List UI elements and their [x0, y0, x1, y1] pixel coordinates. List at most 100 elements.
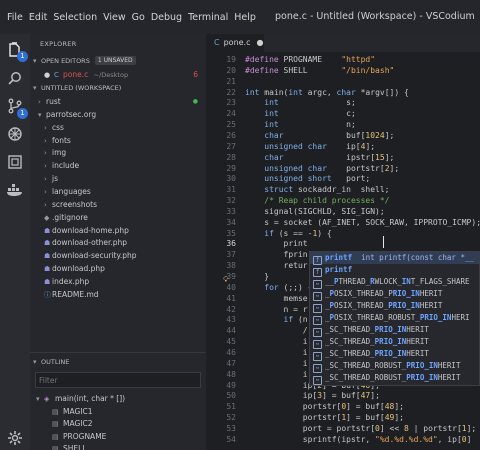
suggest-item-label: __PTHREAD_RWLOCK_INT_FLAGS_SHARE: [325, 277, 470, 286]
suggest-item[interactable]: ▭ __PTHREAD_RWLOCK_INT_FLAGS_SHARE: [310, 276, 479, 289]
menu-item-file[interactable]: File: [4, 12, 26, 23]
open-editor-item[interactable]: ● Cpone.c ~/Desktop 6: [30, 68, 206, 81]
debug-icon[interactable]: [0, 120, 30, 148]
docker-icon[interactable]: [0, 176, 30, 204]
outline-item-label: main(int, char * []): [55, 394, 126, 403]
title-bar: File Edit Selection View Go Debug Terminal Help…: [0, 0, 480, 34]
menu-item-go[interactable]: Go: [129, 12, 148, 23]
menu-bar: File Edit Selection View Go Debug Terminal Help: [0, 0, 259, 34]
tree-item[interactable]: › include: [30, 159, 206, 172]
outline-item-label: MAGIC2: [63, 419, 93, 428]
tree-item[interactable]: › rust ●: [30, 95, 206, 108]
tree-item[interactable]: ☗ download.php: [30, 262, 206, 275]
suggest-item[interactable]: ƒ printf int printf(const char *__: [310, 252, 479, 265]
outline-item[interactable]: ▤ MAGIC1: [30, 405, 206, 418]
tab-label: pone.c: [223, 38, 251, 47]
search-icon[interactable]: [0, 64, 30, 92]
outline-header[interactable]: ▾ OUTLINE: [30, 356, 206, 369]
code-text: sprintf(ipstr, "%d.%d.%d.%d", ip[0]: [245, 434, 472, 444]
tree-item[interactable]: ☗ index.php: [30, 275, 206, 288]
suggest-item[interactable]: ƒ printf: [310, 264, 479, 277]
outline-item[interactable]: ▤ MAGIC2: [30, 417, 206, 430]
suggest-item[interactable]: ▭ _SC_THREAD_PRIO_INHERIT: [310, 336, 479, 349]
suggest-item[interactable]: ▭ _SC_THREAD_ROBUST_PRIO_INHERIT: [310, 360, 479, 373]
suggest-item[interactable]: ▭ _POSIX_THREAD_ROBUST_PRIO_INHERI: [310, 312, 479, 325]
code-line[interactable]: 54 sprintf(ipstr, "%d.%d.%d.%d", ip[0]: [206, 434, 471, 446]
suggest-item[interactable]: ▭ _SC_THREAD_PRIO_INHERIT: [310, 324, 479, 337]
tree-item-label: rust: [46, 97, 61, 106]
suggest-item[interactable]: ▭ _POSIX_THREAD_PRIO_INHERIT: [310, 300, 479, 313]
suggest-item-label: printf: [325, 265, 353, 274]
tree-item-label: screenshots: [52, 199, 98, 209]
open-file-path: ~/Desktop: [93, 71, 129, 79]
suggest-item[interactable]: ▭ _SC_THREAD_PRIO_INHERIT: [310, 348, 479, 361]
tree-item[interactable]: › js: [30, 172, 206, 185]
scm-badge: 1: [17, 108, 28, 119]
suggest-item[interactable]: ▭ _SC_THREAD_ROBUST_PRIO_INHERIT: [310, 372, 479, 385]
explorer-badge: 1: [17, 51, 28, 62]
tree-item[interactable]: ☗ download-other.php: [30, 236, 206, 249]
source-control-icon[interactable]: 1: [0, 92, 30, 120]
unsaved-badge: 1 UNSAVED: [94, 56, 136, 65]
line-number: 54: [226, 434, 236, 444]
chevron-down-icon: ▾: [33, 57, 37, 65]
outline-item[interactable]: ▤ SHELL: [30, 442, 206, 450]
workspace-header[interactable]: ▾ UNTITLED (WORKSPACE): [30, 82, 206, 95]
outline-item-label: PROGNAME: [63, 431, 107, 441]
open-editors-header[interactable]: ▾ OPEN EDITORS 1 UNSAVED: [30, 55, 206, 68]
suggest-item-label: _SC_THREAD_PRIO_INHERIT: [325, 337, 429, 346]
chevron-down-icon: ▾: [33, 84, 37, 92]
open-editors-label: OPEN EDITORS: [41, 57, 90, 65]
editor-area: Cpone.c ● 19 #define PROGNAME "httpd" 20 #de…: [206, 34, 480, 450]
suggest-widget[interactable]: ƒ printf int printf(const char *__ ƒ printf…: [309, 251, 480, 386]
lightbulb-icon[interactable]: 💡︎: [223, 275, 229, 285]
tree-item[interactable]: › img: [30, 146, 206, 159]
problem-count: 6: [193, 70, 198, 79]
tree-item-label: download.php: [52, 264, 105, 274]
outline-item-label: SHELL: [63, 444, 87, 450]
menu-item-help[interactable]: Help: [231, 12, 259, 23]
menu-item-view[interactable]: View: [100, 12, 129, 23]
chevron-down-icon: ▾: [33, 358, 37, 366]
close-dot-icon[interactable]: ●: [44, 69, 54, 82]
tree-item[interactable]: › screenshots: [30, 198, 206, 211]
info-file-icon: ⓘ: [44, 290, 51, 299]
outline-filter-box[interactable]: [35, 372, 201, 388]
explorer-title: EXPLORER: [40, 40, 77, 48]
outline-item[interactable]: ▤ PROGNAME: [30, 430, 206, 443]
window-title: pone.c - Untitled (Workspace) - VSCodium: [275, 11, 475, 22]
tree-item[interactable]: › fonts: [30, 134, 206, 147]
tree-item[interactable]: ⓘREADME.md: [30, 288, 206, 301]
tree-item-label: css: [52, 122, 64, 132]
tree-item[interactable]: › css: [30, 121, 206, 134]
constant-icon: ▤: [52, 445, 59, 450]
extensions-icon[interactable]: [0, 148, 30, 176]
tab-pone-c[interactable]: Cpone.c ●: [206, 34, 264, 52]
explorer-icon[interactable]: 1: [0, 36, 30, 64]
tree-item[interactable]: › languages: [30, 185, 206, 198]
outline-label: OUTLINE: [41, 358, 70, 366]
constant-icon: ▭: [313, 376, 322, 385]
menu-item-edit[interactable]: Edit: [26, 12, 50, 23]
sidebar-explorer: EXPLORER ▾ OPEN EDITORS 1 UNSAVED ● Cpone.c…: [30, 34, 206, 450]
tree-item[interactable]: ▾ parrotsec.org: [30, 108, 206, 121]
tree-item[interactable]: ◆ .gitignore: [30, 211, 206, 224]
workspace-label: UNTITLED (WORKSPACE): [41, 84, 122, 92]
close-dot-icon[interactable]: ●: [257, 38, 264, 47]
gear-icon[interactable]: [0, 424, 30, 450]
tree-item-label: js: [52, 174, 58, 184]
tree-item-label: fonts: [52, 135, 71, 145]
c-file-icon: C: [54, 71, 59, 79]
mouse-cursor: [383, 236, 384, 248]
activity-bar: 1 1: [0, 34, 30, 450]
tree-item[interactable]: ☗ download-security.php: [30, 249, 206, 262]
outline-item[interactable]: ▾ ◈ main(int, char * []): [30, 392, 206, 405]
menu-item-terminal[interactable]: Terminal: [185, 12, 231, 23]
outline-filter-input[interactable]: [36, 373, 200, 387]
code-text: #define SHELL "/bin/bash": [245, 65, 395, 75]
suggest-item-label: _SC_THREAD_ROBUST_PRIO_INHERIT: [325, 373, 461, 382]
tree-item[interactable]: ☗ download-home.php: [30, 224, 206, 237]
menu-item-selection[interactable]: Selection: [50, 12, 100, 23]
menu-item-debug[interactable]: Debug: [148, 12, 185, 23]
suggest-item[interactable]: ▭ _POSIX_THREAD_PRIO_INHERIT: [310, 288, 479, 301]
